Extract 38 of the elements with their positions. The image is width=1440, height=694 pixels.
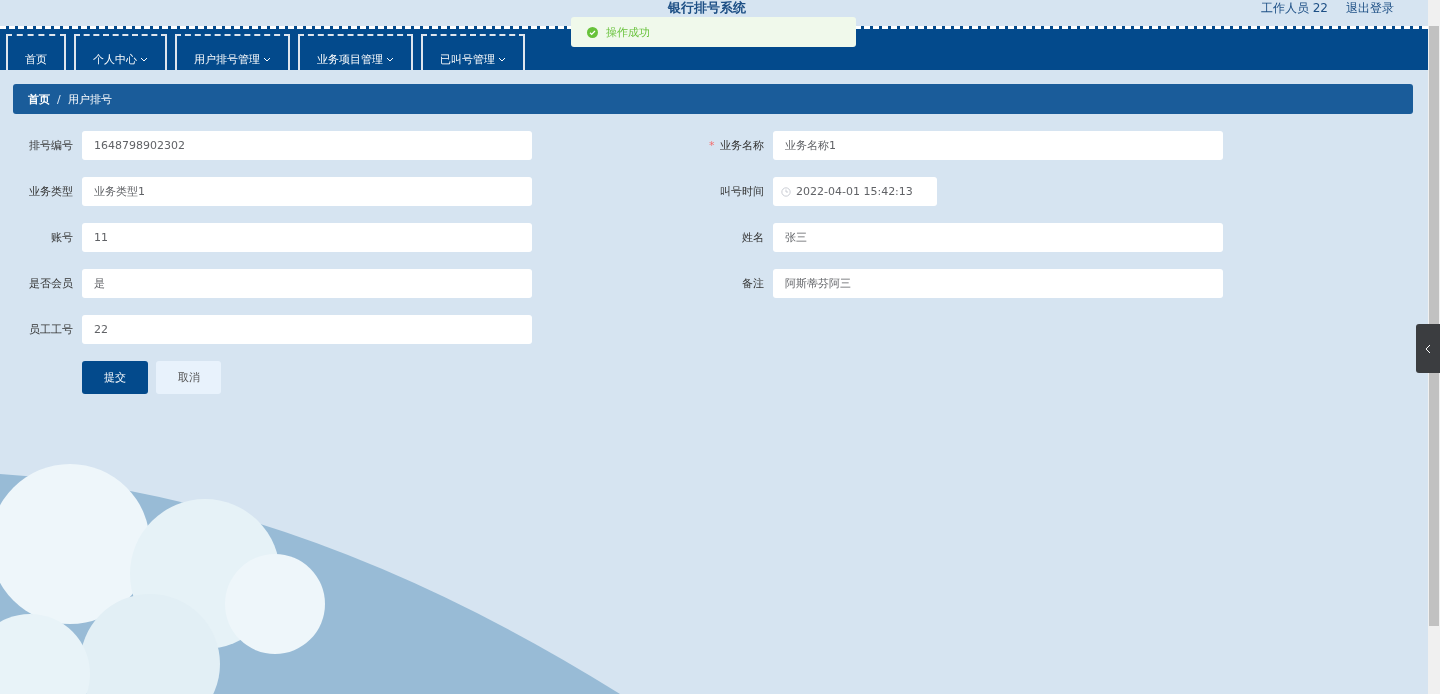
field-label: 叫号时间 (720, 185, 764, 198)
field-label: 员工工号 (29, 323, 73, 336)
input-field[interactable]: 阿斯蒂芬阿三 (773, 269, 1223, 298)
field-label: 是否会员 (29, 277, 73, 290)
user-label: 工作人员 22 (1260, 0, 1328, 16)
nav-tab[interactable]: 用户排号管理 (175, 34, 290, 70)
input-field[interactable]: 1648798902302 (82, 131, 532, 160)
field-label: 姓名 (742, 231, 764, 244)
scrollbar[interactable] (1428, 0, 1440, 694)
chevron-left-icon (1425, 343, 1431, 354)
toast-message: 操作成功 (606, 24, 650, 40)
field-label: 业务名称 (720, 139, 764, 152)
nav-tab[interactable]: 已叫号管理 (421, 34, 525, 70)
submit-button[interactable]: 提交 (82, 361, 148, 394)
clock-icon (781, 186, 791, 197)
check-circle-icon (587, 26, 598, 38)
cancel-button[interactable]: 取消 (156, 361, 221, 394)
logout-link[interactable]: 退出登录 (1346, 0, 1394, 16)
input-field[interactable]: 业务类型1 (82, 177, 532, 206)
field-label: 业务类型 (29, 185, 73, 198)
breadcrumb-link[interactable]: 用户排号 (67, 91, 112, 107)
nav-tab[interactable]: 个人中心 (74, 34, 167, 70)
input-field[interactable]: 张三 (773, 223, 1223, 252)
nav-tab[interactable]: 业务项目管理 (298, 34, 413, 70)
input-field[interactable]: 22 (82, 315, 532, 344)
breadcrumb-link[interactable]: 首页 (28, 91, 50, 107)
breadcrumb-separator: / (57, 92, 61, 106)
field-label: 排号编号 (29, 139, 73, 152)
date-field[interactable]: 2022-04-01 15:42:13 (773, 177, 937, 206)
field-label: 账号 (51, 231, 73, 244)
input-field[interactable]: 是 (82, 269, 532, 298)
side-panel-toggle[interactable] (1416, 324, 1440, 373)
nav-tab[interactable]: 首页 (6, 34, 66, 70)
required-mark: * (709, 139, 715, 152)
input-field[interactable]: 业务名称1 (773, 131, 1223, 160)
field-label: 备注 (742, 277, 764, 290)
input-field[interactable]: 11 (82, 223, 532, 252)
app-title: 银行排号系统 (668, 0, 746, 15)
